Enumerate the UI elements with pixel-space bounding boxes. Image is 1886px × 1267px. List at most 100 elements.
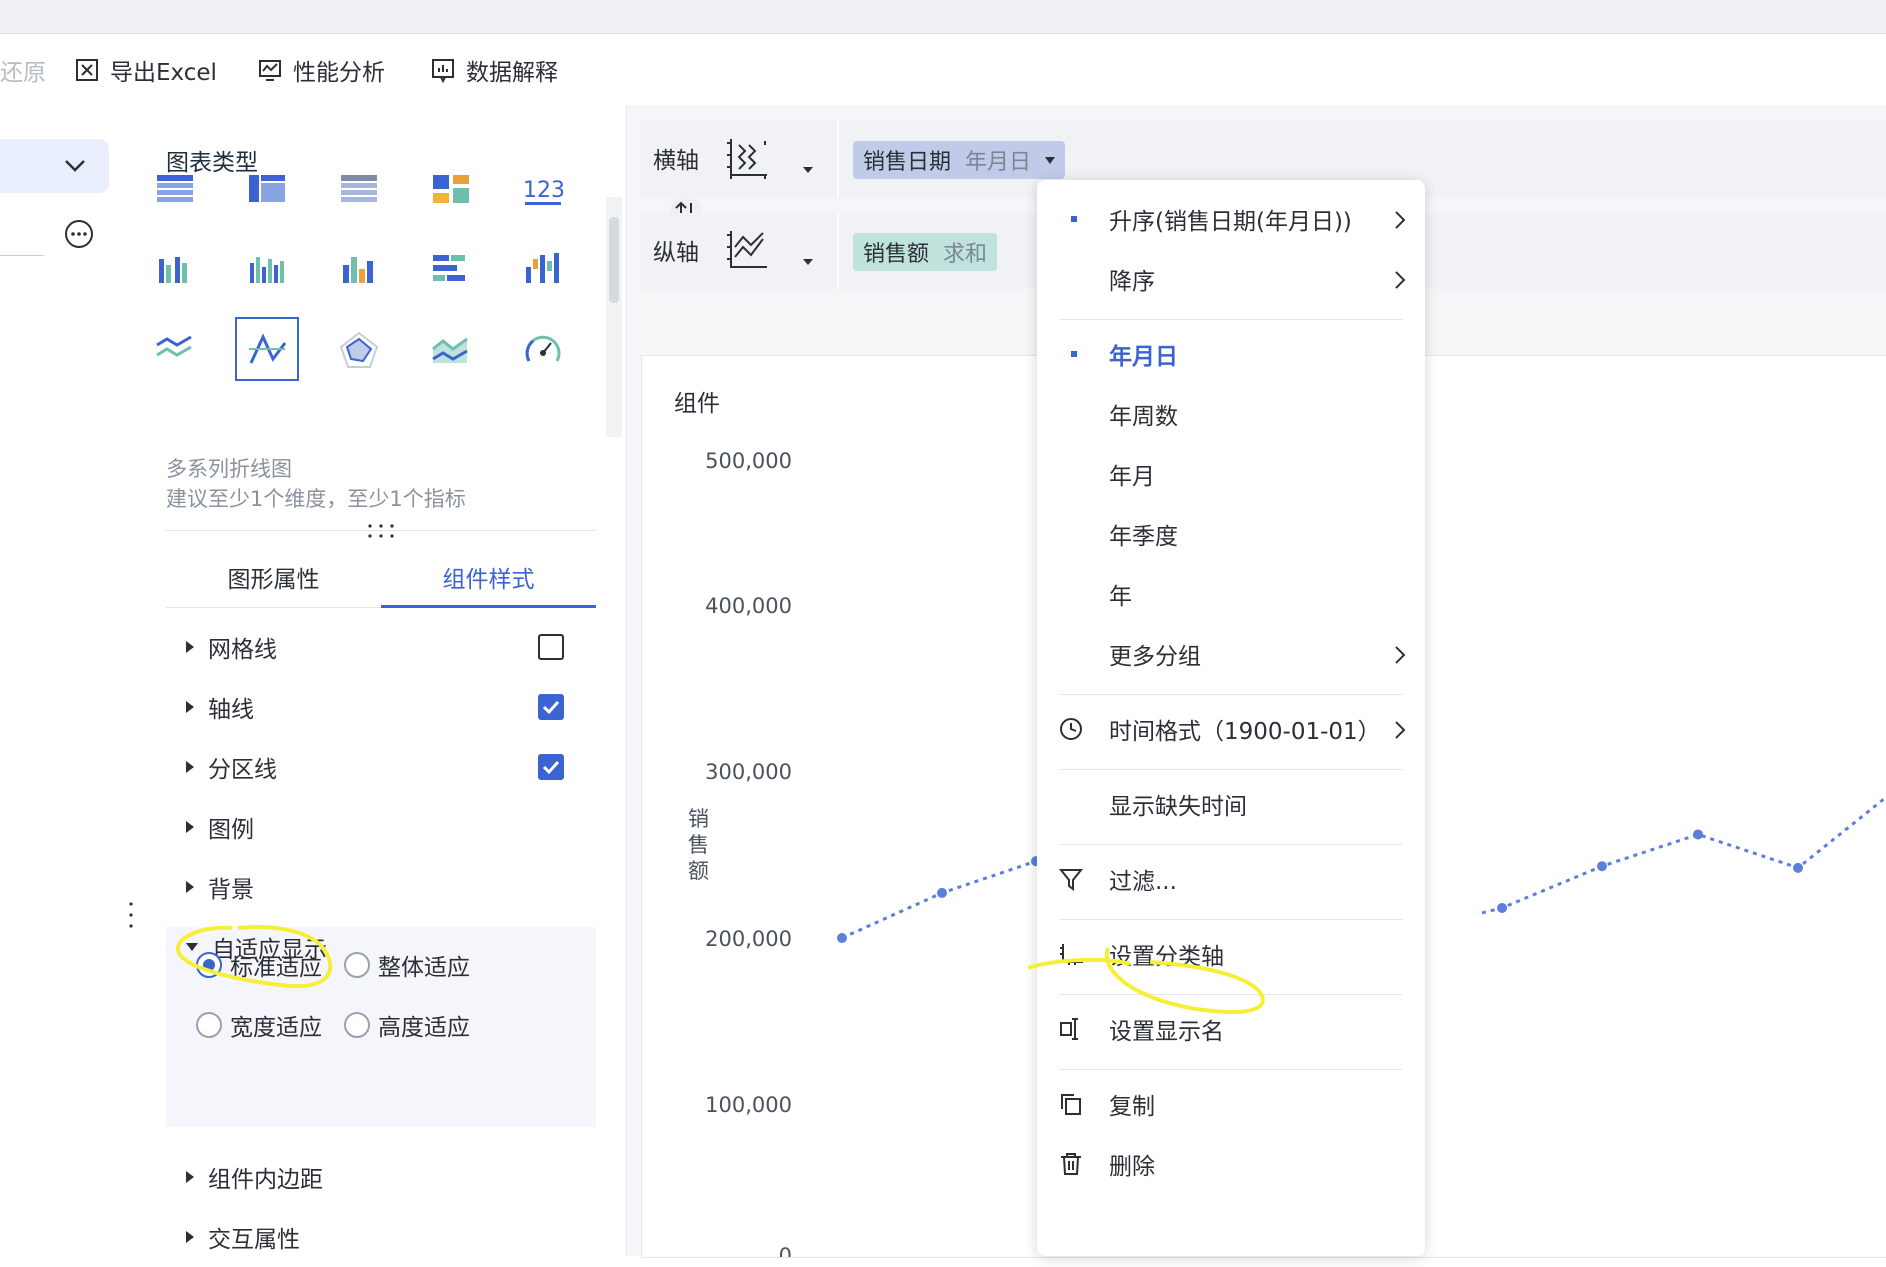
chart-type-number[interactable]: 123	[511, 157, 575, 221]
x-field-name: 销售日期	[863, 150, 952, 175]
menu-item[interactable]: 年周数	[1037, 387, 1425, 441]
data-point[interactable]	[1693, 829, 1703, 840]
prop-checkbox[interactable]	[538, 754, 564, 780]
menu-item[interactable]: 年季度	[1037, 507, 1425, 561]
area-icon	[432, 337, 468, 363]
prop-checkbox[interactable]	[538, 694, 564, 720]
chart-type-kpi-card[interactable]	[419, 157, 483, 221]
data-point[interactable]	[837, 933, 847, 943]
menu-separator	[1059, 319, 1403, 320]
data-explain-icon	[432, 58, 454, 83]
y-field-pill[interactable]: 销售额 求和	[853, 233, 998, 271]
data-point[interactable]	[1497, 902, 1507, 913]
x-axis-icon[interactable]	[725, 135, 771, 181]
chart-type-table[interactable]	[143, 157, 207, 221]
chart-type-scroll-thumb[interactable]	[609, 217, 619, 303]
caret-right-icon	[186, 881, 194, 893]
tab-graphic-properties[interactable]: 图形属性	[166, 547, 381, 607]
menu-item[interactable]: 更多分组	[1037, 627, 1425, 681]
prop-row[interactable]: 网格线	[166, 617, 596, 677]
menu-item-label: 时间格式（1900-01-01）	[1109, 719, 1381, 745]
field-context-menu: 升序(销售日期(年月日)) 降序年月日年周数年月年季度年更多分组时间格式（1900…	[1037, 180, 1425, 1256]
prop-row[interactable]: 背景	[166, 857, 596, 917]
x-field-pill[interactable]: 销售日期 年月日	[853, 141, 1066, 179]
y-axis-menu-caret[interactable]	[803, 259, 813, 265]
x-axis-menu-caret[interactable]	[803, 167, 813, 173]
chart-type-detail-table[interactable]	[327, 157, 391, 221]
chevron-right-icon	[1392, 269, 1408, 297]
menu-item[interactable]: 年	[1037, 567, 1425, 621]
adapt-radio[interactable]: 高度适应	[344, 1007, 470, 1043]
menu-item[interactable]: 时间格式（1900-01-01）	[1037, 702, 1425, 756]
perf-analysis-button[interactable]: 性能分析	[257, 34, 385, 105]
chart-type-multi-line[interactable]	[143, 317, 207, 381]
data-explain-label: 数据解释	[466, 59, 558, 86]
menu-item[interactable]: 过滤...	[1037, 852, 1425, 906]
menu-item[interactable]: 年月日	[1037, 327, 1425, 381]
chart-type-radar[interactable]	[327, 317, 391, 381]
dataset-select[interactable]	[0, 139, 109, 193]
menu-item[interactable]: 显示缺失时间	[1037, 777, 1425, 831]
adapt-radio[interactable]: 标准适应	[196, 947, 322, 983]
chart-type-grouped-bar[interactable]	[143, 237, 207, 301]
detail-table-icon	[341, 175, 377, 202]
export-excel-button[interactable]: 导出Excel	[74, 34, 217, 105]
menu-item[interactable]: 降序	[1037, 252, 1425, 306]
prop-row[interactable]: 组件内边距	[166, 1147, 596, 1207]
prop-label: 分区线	[208, 757, 277, 783]
menu-item-label: 复制	[1109, 1094, 1155, 1120]
chart-type-cross-table[interactable]	[235, 157, 299, 221]
chevron-down-icon[interactable]	[62, 155, 88, 175]
menu-item-label: 年	[1109, 584, 1132, 610]
menu-item[interactable]: 设置分类轴	[1037, 927, 1425, 981]
axis-icon	[1059, 942, 1085, 974]
tab-component-style[interactable]: 组件样式	[381, 547, 596, 607]
menu-item[interactable]: 设置显示名	[1037, 1002, 1425, 1056]
menu-item-label: 年季度	[1109, 524, 1178, 550]
chart-type-horizontal-bar[interactable]	[419, 237, 483, 301]
data-point[interactable]	[1793, 862, 1803, 873]
cross-table-icon	[249, 175, 285, 202]
restore-button[interactable]: 还原	[0, 34, 46, 105]
axis-separator	[837, 121, 839, 197]
chart-type-gauge[interactable]	[511, 317, 575, 381]
prop-checkbox[interactable]	[538, 634, 564, 660]
prop-row[interactable]: 轴线	[166, 677, 596, 737]
menu-item-label: 更多分组	[1109, 644, 1201, 670]
tab-graphic-label: 图形属性	[227, 567, 320, 593]
prop-row[interactable]: 分区线	[166, 737, 596, 797]
menu-item-label: 过滤...	[1109, 869, 1177, 895]
menu-item[interactable]: 升序(销售日期(年月日))	[1037, 192, 1425, 246]
adapt-radio[interactable]: 整体适应	[344, 947, 470, 983]
data-point[interactable]	[1597, 861, 1607, 872]
chart-type-area[interactable]	[419, 317, 483, 381]
drag-handle-icon[interactable]	[366, 521, 396, 541]
y-tick-label: 300,000	[705, 760, 792, 784]
menu-item[interactable]: 年月	[1037, 447, 1425, 501]
horizontal-bar-icon	[433, 255, 465, 281]
adapt-radio[interactable]: 宽度适应	[196, 1007, 322, 1043]
gauge-icon	[525, 335, 561, 362]
prop-row[interactable]: 交互属性	[166, 1207, 596, 1267]
caret-right-icon	[186, 1231, 194, 1243]
y-axis-icon[interactable]	[725, 227, 771, 273]
menu-item-label: 显示缺失时间	[1109, 794, 1247, 820]
chart-type-line[interactable]	[235, 317, 299, 381]
menu-item[interactable]: 复制	[1037, 1077, 1425, 1131]
radio-circle	[196, 1012, 222, 1038]
chart-type-colored-bar[interactable]	[327, 237, 391, 301]
data-point[interactable]	[937, 887, 947, 898]
radio-circle	[196, 952, 222, 978]
y-tick-label: 0	[779, 1244, 792, 1257]
data-explain-button[interactable]: 数据解释	[430, 34, 558, 105]
prop-row[interactable]: 图例	[166, 797, 596, 857]
menu-item-label: 年月日	[1109, 344, 1178, 370]
radio-label: 高度适应	[378, 1015, 470, 1041]
chart-type-bar[interactable]	[235, 237, 299, 301]
chart-type-waterfall[interactable]	[511, 237, 575, 301]
series-line	[841, 849, 1063, 940]
y-axis-title-char: 销	[688, 807, 709, 831]
active-tab-indicator	[381, 605, 596, 608]
more-options-icon[interactable]	[64, 219, 94, 249]
menu-item[interactable]: 删除	[1037, 1137, 1425, 1191]
